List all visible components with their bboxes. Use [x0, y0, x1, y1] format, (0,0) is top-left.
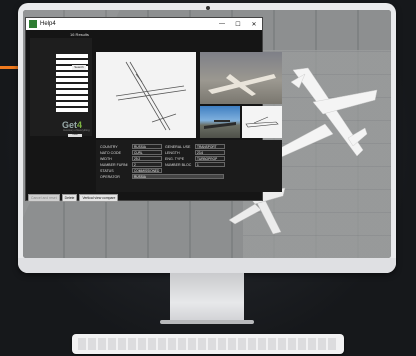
results-count: 16 Results: [70, 32, 89, 37]
aircraft-profile-image[interactable]: [242, 106, 282, 138]
nato-code-value: CURL: [132, 150, 162, 155]
vertical-compare-button[interactable]: Vertical view compare: [79, 194, 119, 202]
length-value: 23.6: [195, 150, 225, 155]
reset-button[interactable]: Reset: [68, 134, 82, 137]
width-value: 29.2: [132, 156, 162, 161]
number-furnished-label: NUMBER FURNI: [100, 162, 128, 167]
number-furnished-value: 2: [132, 162, 162, 167]
aircraft-photo-ground[interactable]: [200, 52, 282, 104]
aircraft-photo-icon: [204, 120, 236, 129]
filter-row: [30, 53, 92, 58]
filter-row: [30, 77, 92, 82]
filter-input[interactable]: [56, 59, 88, 64]
brand-tagline: Inventory of Everything: [63, 129, 90, 132]
app-logo-icon: [29, 20, 37, 28]
filter-row: [30, 107, 92, 112]
detail-row: NATO CODE CURL LENGTH 23.6: [100, 150, 225, 155]
detail-row: STATUS COMMISSIONED: [100, 168, 162, 173]
operator-label: OPERATOR: [100, 174, 120, 179]
status-value: COMMISSIONED: [132, 168, 162, 173]
general-use-value: TRANSPORT: [195, 144, 225, 149]
detail-row: WIDTH 29.2 ENG. TYPE TURBOPROP: [100, 156, 225, 161]
detail-row: NUMBER FURNI 2 NUMBER BLOC 1: [100, 162, 225, 167]
bottom-toolbar: Cancel and reset Delete Vertical view co…: [28, 194, 119, 202]
cancel-button[interactable]: Cancel and reset: [28, 194, 60, 202]
filter-row: [30, 101, 92, 106]
delete-button[interactable]: Delete: [61, 194, 78, 202]
monitor-stand: [170, 273, 244, 323]
filter-input[interactable]: [56, 89, 88, 94]
filter-row: [30, 59, 92, 64]
filter-input[interactable]: [56, 71, 88, 76]
detail-row: OPERATOR RUSSIA: [100, 174, 224, 179]
accent-line: [0, 66, 20, 69]
status-label: STATUS: [100, 168, 114, 173]
nato-code-label: NATO CODE: [100, 150, 122, 155]
filter-row: [30, 83, 92, 88]
aircraft-drawing-image[interactable]: [96, 52, 196, 138]
number-block-value: 1: [195, 162, 225, 167]
length-label: LENGTH: [165, 150, 180, 155]
aircraft-photo-flight[interactable]: [200, 106, 240, 138]
eng-type-label: ENG. TYPE: [165, 156, 185, 161]
filter-input[interactable]: [56, 101, 88, 106]
filter-input[interactable]: [56, 95, 88, 100]
aircraft-photo-icon: [208, 74, 276, 96]
filter-input[interactable]: [56, 107, 88, 112]
close-button[interactable]: ✕: [246, 21, 262, 28]
screen: Help4 — ☐ ✕ 16 Results Search Get4 Inven…: [23, 10, 391, 258]
filter-input[interactable]: [56, 53, 88, 58]
maximize-button[interactable]: ☐: [230, 21, 246, 28]
app-window: Help4 — ☐ ✕ 16 Results Search Get4 Inven…: [25, 17, 282, 202]
number-block-label: NUMBER BLOC: [165, 162, 192, 167]
filter-row: [30, 71, 92, 76]
minimize-button[interactable]: —: [214, 21, 230, 27]
search-button[interactable]: Search: [72, 65, 86, 70]
detail-row: COUNTRY RUSSIA GENERAL USE TRANSPORT: [100, 144, 225, 149]
general-use-label: GENERAL USE: [165, 144, 191, 149]
aircraft-drawing-icon: [115, 61, 187, 131]
window-title: Help4: [40, 21, 56, 27]
details-panel: COUNTRY RUSSIA GENERAL USE TRANSPORT NAT…: [96, 140, 282, 192]
width-label: WIDTH: [100, 156, 112, 161]
search-panel: Search Get4 Inventory of Everything Rese…: [30, 38, 92, 137]
filter-row: [30, 95, 92, 100]
keyboard-keys: [78, 338, 338, 350]
country-label: COUNTRY: [100, 144, 118, 149]
filter-input[interactable]: [56, 77, 88, 82]
country-value: RUSSIA: [132, 144, 162, 149]
aircraft-profile-icon: [245, 116, 279, 128]
filter-row: [30, 89, 92, 94]
monitor-chin: [18, 258, 396, 273]
title-bar: Help4 — ☐ ✕: [26, 18, 262, 30]
filter-input[interactable]: [56, 83, 88, 88]
operator-value: RUSSIA: [132, 174, 224, 179]
monitor-stand-base: [160, 320, 254, 324]
eng-type-value: TURBOPROP: [195, 156, 225, 161]
